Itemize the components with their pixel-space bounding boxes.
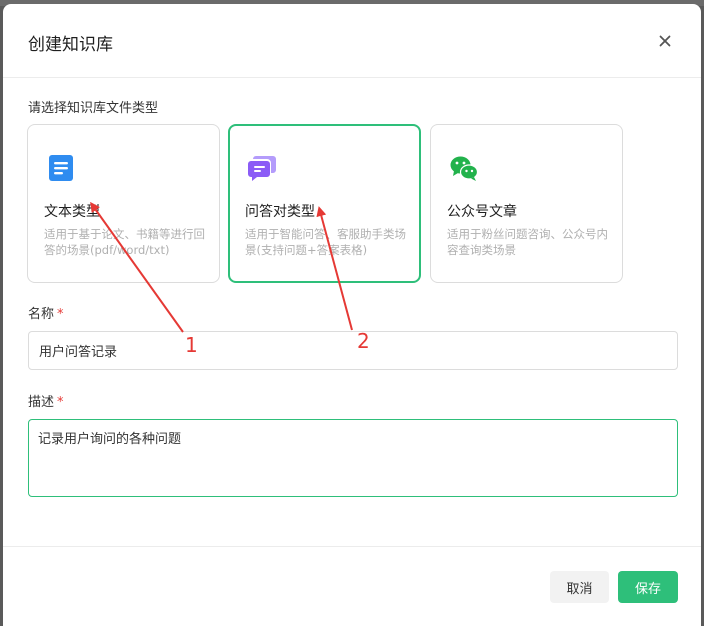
required-mark: * <box>57 395 64 410</box>
save-button[interactable]: 保存 <box>618 571 678 603</box>
dialog-header: 创建知识库 <box>3 4 701 78</box>
dialog-title: 创建知识库 <box>28 35 113 55</box>
create-knowledge-base-dialog: 创建知识库 请选择知识库文件类型 文本类型 适用于基于论文、书籍等进行回答的场景… <box>3 4 701 626</box>
card-description: 适用于粉丝问题咨询、公众号内容查询类场景 <box>447 227 608 257</box>
card-description: 适用于基于论文、书籍等进行回答的场景(pdf/word/txt) <box>44 227 205 257</box>
name-label-text: 名称 <box>28 307 55 322</box>
annotation-marker-2: 2 <box>357 329 370 353</box>
description-field-label: 描述 * <box>28 391 64 410</box>
type-card-wechat[interactable]: 公众号文章 适用于粉丝问题咨询、公众号内容查询类场景 <box>430 124 623 283</box>
dialog-footer: 取消 保存 <box>3 546 701 626</box>
description-textarea[interactable]: 记录用户询问的各种问题 <box>28 419 678 497</box>
required-mark: * <box>57 307 64 322</box>
cancel-button[interactable]: 取消 <box>550 571 609 603</box>
card-title: 公众号文章 <box>447 204 517 220</box>
close-icon <box>659 35 671 47</box>
card-description: 适用于智能问答、客服助手类场景(支持问题+答案表格) <box>245 227 406 257</box>
name-field-label: 名称 * <box>28 303 64 322</box>
type-card-qa[interactable]: 问答对类型 适用于智能问答、客服助手类场景(支持问题+答案表格) <box>228 124 421 283</box>
close-button[interactable] <box>655 31 675 51</box>
type-card-text[interactable]: 文本类型 适用于基于论文、书籍等进行回答的场景(pdf/word/txt) <box>27 124 220 283</box>
wechat-icon <box>450 156 479 181</box>
description-label-text: 描述 <box>28 395 55 410</box>
card-title: 问答对类型 <box>245 204 315 220</box>
annotation-marker-1: 1 <box>185 333 198 357</box>
document-icon <box>49 155 73 181</box>
type-section-label: 请选择知识库文件类型 <box>28 101 159 116</box>
name-input[interactable] <box>28 331 678 370</box>
chat-bubbles-icon <box>248 156 276 181</box>
card-title: 文本类型 <box>44 204 100 220</box>
